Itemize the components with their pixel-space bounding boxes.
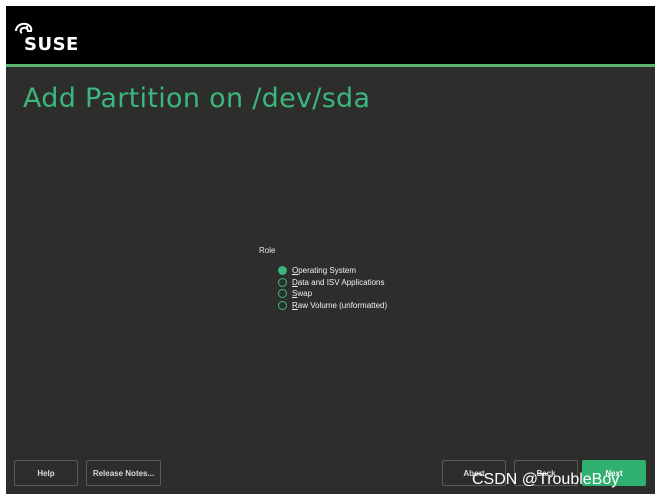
radio-label-operating-system: Operating System: [292, 266, 357, 276]
radio-label-data-isv: Data and ISV Applications: [292, 277, 385, 287]
radio-raw-volume[interactable]: Raw Volume (unformatted): [278, 300, 387, 312]
role-label: Role: [259, 246, 276, 255]
radio-unchecked-icon[interactable]: [278, 277, 287, 287]
header-accent-line: [6, 64, 655, 67]
help-button[interactable]: Help: [14, 460, 78, 486]
release-notes-button[interactable]: Release Notes...: [86, 460, 161, 486]
next-button[interactable]: Next: [582, 460, 646, 486]
abort-button[interactable]: Abort: [442, 460, 506, 486]
radio-unchecked-icon[interactable]: [278, 289, 287, 299]
suse-logo: SUSE: [14, 22, 84, 55]
installer-window: SUSE Add Partition on /dev/sda Role Oper…: [6, 6, 655, 494]
radio-checked-icon[interactable]: [278, 266, 287, 276]
radio-label-raw-volume: Raw Volume (unformatted): [292, 300, 388, 310]
radio-label-swap: Swap: [292, 289, 313, 299]
radio-data-isv-applications[interactable]: Data and ISV Applications: [278, 277, 387, 289]
radio-operating-system[interactable]: Operating System: [278, 265, 387, 277]
logo-text: SUSE: [24, 34, 79, 55]
page-title: Add Partition on /dev/sda: [23, 83, 371, 114]
radio-swap[interactable]: Swap: [278, 288, 387, 300]
top-bar: SUSE: [6, 6, 655, 64]
radio-unchecked-icon[interactable]: [278, 300, 287, 310]
back-button[interactable]: Back: [514, 460, 578, 486]
role-radio-group: Role Operating System Data and ISV Appli…: [259, 246, 387, 311]
